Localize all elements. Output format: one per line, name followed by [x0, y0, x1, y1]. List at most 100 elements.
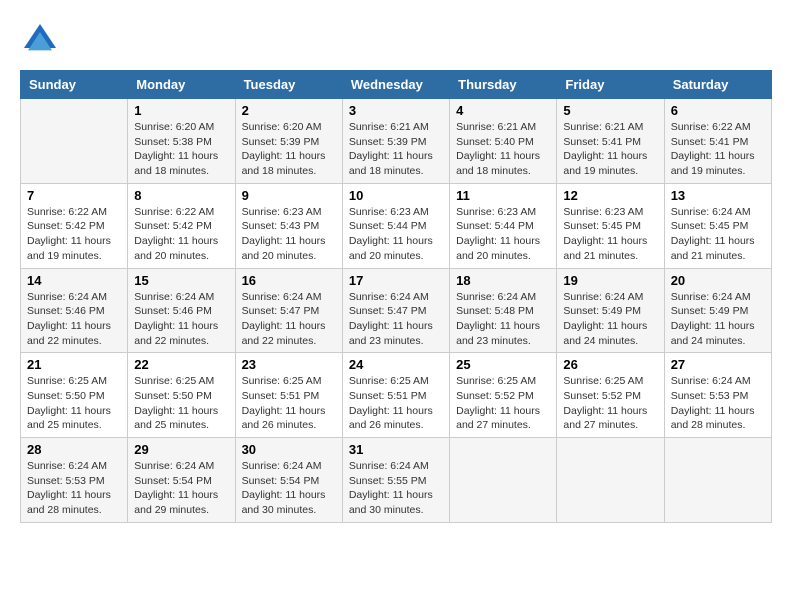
day-info: Sunrise: 6:24 AMSunset: 5:47 PMDaylight:… — [349, 290, 443, 349]
day-cell: 13 Sunrise: 6:24 AMSunset: 5:45 PMDayligh… — [664, 183, 771, 268]
day-info: Sunrise: 6:24 AMSunset: 5:46 PMDaylight:… — [27, 290, 121, 349]
day-number: 24 — [349, 357, 443, 372]
day-cell: 20 Sunrise: 6:24 AMSunset: 5:49 PMDayligh… — [664, 268, 771, 353]
day-cell — [450, 438, 557, 523]
calendar-table: SundayMondayTuesdayWednesdayThursdayFrid… — [20, 70, 772, 523]
day-info: Sunrise: 6:24 AMSunset: 5:55 PMDaylight:… — [349, 459, 443, 518]
day-info: Sunrise: 6:24 AMSunset: 5:53 PMDaylight:… — [27, 459, 121, 518]
day-cell: 30Sunrise: 6:24 AMSunset: 5:54 PMDayligh… — [235, 438, 342, 523]
day-info: Sunrise: 6:23 AMSunset: 5:43 PMDaylight:… — [242, 205, 336, 264]
day-info: Sunrise: 6:21 AMSunset: 5:40 PMDaylight:… — [456, 120, 550, 179]
day-cell: 14Sunrise: 6:24 AMSunset: 5:46 PMDayligh… — [21, 268, 128, 353]
day-cell: 23Sunrise: 6:25 AMSunset: 5:51 PMDayligh… — [235, 353, 342, 438]
day-number: 17 — [349, 273, 443, 288]
day-info: Sunrise: 6:22 AMSunset: 5:42 PMDaylight:… — [134, 205, 228, 264]
day-number: 30 — [242, 442, 336, 457]
calendar-header: SundayMondayTuesdayWednesdayThursdayFrid… — [21, 71, 772, 99]
day-info: Sunrise: 6:25 AMSunset: 5:52 PMDaylight:… — [563, 374, 657, 433]
day-cell: 16 Sunrise: 6:24 AMSunset: 5:47 PMDayligh… — [235, 268, 342, 353]
week-row-3: 14Sunrise: 6:24 AMSunset: 5:46 PMDayligh… — [21, 268, 772, 353]
week-row-5: 28 Sunrise: 6:24 AMSunset: 5:53 PMDayligh… — [21, 438, 772, 523]
day-cell: 10 Sunrise: 6:23 AMSunset: 5:44 PMDayligh… — [342, 183, 449, 268]
day-info: Sunrise: 6:24 AMSunset: 5:49 PMDaylight:… — [671, 290, 765, 349]
day-number: 16 — [242, 273, 336, 288]
day-info: Sunrise: 6:23 AMSunset: 5:44 PMDaylight:… — [456, 205, 550, 264]
week-row-1: 1 Sunrise: 6:20 AMSunset: 5:38 PMDaylight… — [21, 99, 772, 184]
logo-icon — [20, 20, 60, 60]
day-cell: 18 Sunrise: 6:24 AMSunset: 5:48 PMDayligh… — [450, 268, 557, 353]
day-info: Sunrise: 6:23 AMSunset: 5:44 PMDaylight:… — [349, 205, 443, 264]
page-header — [20, 20, 772, 60]
day-info: Sunrise: 6:20 AMSunset: 5:38 PMDaylight:… — [134, 120, 228, 179]
day-cell — [664, 438, 771, 523]
day-cell: 26Sunrise: 6:25 AMSunset: 5:52 PMDayligh… — [557, 353, 664, 438]
day-cell: 31 Sunrise: 6:24 AMSunset: 5:55 PMDayligh… — [342, 438, 449, 523]
day-cell: 15 Sunrise: 6:24 AMSunset: 5:46 PMDayligh… — [128, 268, 235, 353]
day-cell: 25Sunrise: 6:25 AMSunset: 5:52 PMDayligh… — [450, 353, 557, 438]
day-number: 10 — [349, 188, 443, 203]
day-info: Sunrise: 6:23 AMSunset: 5:45 PMDaylight:… — [563, 205, 657, 264]
day-number: 7 — [27, 188, 121, 203]
column-header-thursday: Thursday — [450, 71, 557, 99]
day-cell: 24 Sunrise: 6:25 AMSunset: 5:51 PMDayligh… — [342, 353, 449, 438]
day-number: 2 — [242, 103, 336, 118]
day-number: 23 — [242, 357, 336, 372]
day-cell: 3 Sunrise: 6:21 AMSunset: 5:39 PMDaylight… — [342, 99, 449, 184]
day-cell: 28 Sunrise: 6:24 AMSunset: 5:53 PMDayligh… — [21, 438, 128, 523]
day-cell: 6Sunrise: 6:22 AMSunset: 5:41 PMDaylight… — [664, 99, 771, 184]
day-cell: 7 Sunrise: 6:22 AMSunset: 5:42 PMDaylight… — [21, 183, 128, 268]
column-header-tuesday: Tuesday — [235, 71, 342, 99]
day-cell: 19Sunrise: 6:24 AMSunset: 5:49 PMDayligh… — [557, 268, 664, 353]
day-info: Sunrise: 6:24 AMSunset: 5:46 PMDaylight:… — [134, 290, 228, 349]
day-cell: 11 Sunrise: 6:23 AMSunset: 5:44 PMDayligh… — [450, 183, 557, 268]
day-cell: 9 Sunrise: 6:23 AMSunset: 5:43 PMDaylight… — [235, 183, 342, 268]
day-number: 21 — [27, 357, 121, 372]
day-number: 19 — [563, 273, 657, 288]
day-cell: 1 Sunrise: 6:20 AMSunset: 5:38 PMDaylight… — [128, 99, 235, 184]
day-number: 12 — [563, 188, 657, 203]
day-cell: 27Sunrise: 6:24 AMSunset: 5:53 PMDayligh… — [664, 353, 771, 438]
day-info: Sunrise: 6:25 AMSunset: 5:50 PMDaylight:… — [134, 374, 228, 433]
day-info: Sunrise: 6:24 AMSunset: 5:48 PMDaylight:… — [456, 290, 550, 349]
header-row: SundayMondayTuesdayWednesdayThursdayFrid… — [21, 71, 772, 99]
day-number: 6 — [671, 103, 765, 118]
day-info: Sunrise: 6:20 AMSunset: 5:39 PMDaylight:… — [242, 120, 336, 179]
column-header-sunday: Sunday — [21, 71, 128, 99]
day-number: 5 — [563, 103, 657, 118]
day-cell: 4 Sunrise: 6:21 AMSunset: 5:40 PMDaylight… — [450, 99, 557, 184]
day-info: Sunrise: 6:25 AMSunset: 5:51 PMDaylight:… — [349, 374, 443, 433]
day-number: 1 — [134, 103, 228, 118]
day-info: Sunrise: 6:25 AMSunset: 5:50 PMDaylight:… — [27, 374, 121, 433]
day-cell: 22 Sunrise: 6:25 AMSunset: 5:50 PMDayligh… — [128, 353, 235, 438]
day-cell: 5Sunrise: 6:21 AMSunset: 5:41 PMDaylight… — [557, 99, 664, 184]
day-cell: 12 Sunrise: 6:23 AMSunset: 5:45 PMDayligh… — [557, 183, 664, 268]
day-number: 9 — [242, 188, 336, 203]
day-info: Sunrise: 6:24 AMSunset: 5:45 PMDaylight:… — [671, 205, 765, 264]
day-cell — [557, 438, 664, 523]
day-number: 8 — [134, 188, 228, 203]
column-header-monday: Monday — [128, 71, 235, 99]
column-header-wednesday: Wednesday — [342, 71, 449, 99]
day-info: Sunrise: 6:21 AMSunset: 5:39 PMDaylight:… — [349, 120, 443, 179]
day-cell: 21 Sunrise: 6:25 AMSunset: 5:50 PMDayligh… — [21, 353, 128, 438]
calendar-body: 1 Sunrise: 6:20 AMSunset: 5:38 PMDaylight… — [21, 99, 772, 523]
day-number: 29 — [134, 442, 228, 457]
day-number: 25 — [456, 357, 550, 372]
day-info: Sunrise: 6:24 AMSunset: 5:53 PMDaylight:… — [671, 374, 765, 433]
day-number: 18 — [456, 273, 550, 288]
day-info: Sunrise: 6:22 AMSunset: 5:42 PMDaylight:… — [27, 205, 121, 264]
day-number: 13 — [671, 188, 765, 203]
day-info: Sunrise: 6:24 AMSunset: 5:47 PMDaylight:… — [242, 290, 336, 349]
day-number: 11 — [456, 188, 550, 203]
day-number: 28 — [27, 442, 121, 457]
day-number: 20 — [671, 273, 765, 288]
day-info: Sunrise: 6:24 AMSunset: 5:54 PMDaylight:… — [134, 459, 228, 518]
day-number: 31 — [349, 442, 443, 457]
day-number: 4 — [456, 103, 550, 118]
day-number: 22 — [134, 357, 228, 372]
day-cell: 2 Sunrise: 6:20 AMSunset: 5:39 PMDaylight… — [235, 99, 342, 184]
day-cell: 17 Sunrise: 6:24 AMSunset: 5:47 PMDayligh… — [342, 268, 449, 353]
day-number: 3 — [349, 103, 443, 118]
week-row-4: 21 Sunrise: 6:25 AMSunset: 5:50 PMDayligh… — [21, 353, 772, 438]
day-number: 15 — [134, 273, 228, 288]
